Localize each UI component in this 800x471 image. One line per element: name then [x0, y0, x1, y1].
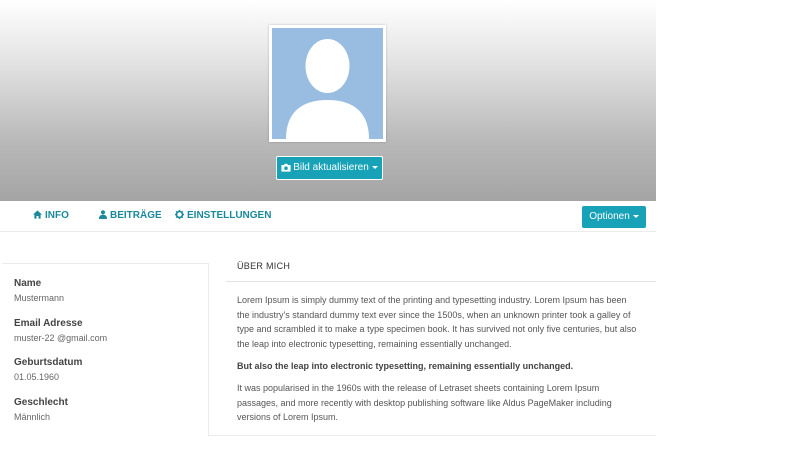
divider [226, 281, 656, 282]
name-value: Mustermann [14, 293, 65, 303]
gender-label: Geschlecht [14, 397, 68, 408]
tab-posts-label: BEITRÄGE [110, 210, 162, 221]
about-paragraph: It was popularised in the 1960s with the… [237, 383, 612, 422]
about-paragraph-bold: But also the leap into electronic typese… [237, 361, 574, 371]
user-icon [99, 210, 107, 219]
profile-avatar [269, 25, 386, 142]
default-user-avatar-icon [272, 28, 383, 139]
tab-settings-label: EINSTELLUNGEN [187, 210, 272, 221]
divider [208, 435, 656, 436]
options-dropdown-button[interactable]: Optionen [582, 206, 646, 228]
gender-value: Männlich [14, 412, 51, 422]
tab-posts[interactable]: BEITRÄGE [99, 201, 162, 231]
chevron-down-icon [371, 165, 378, 169]
tab-info[interactable]: INFO [33, 201, 69, 231]
profile-nav: INFO BEITRÄGE EINSTELLUNGEN [0, 201, 656, 232]
chevron-down-icon [632, 214, 639, 218]
name-label: Name [14, 278, 42, 289]
camera-icon [281, 163, 291, 172]
about-heading: ÜBER MICH [237, 261, 291, 271]
birthdate-value: 01.05.1960 [14, 372, 60, 382]
email-label: Email Adresse [14, 318, 83, 329]
gear-icon [175, 210, 184, 219]
birthdate-label: Geburtsdatum [14, 357, 83, 368]
about-paragraph: Lorem Ipsum is simply dummy text of the … [237, 295, 637, 349]
home-icon [33, 210, 42, 219]
profile-cover: Bild aktualisieren [0, 0, 656, 201]
options-label: Optionen [589, 211, 630, 222]
profile-details: Name Mustermann Email Adresse muster-22 … [2, 263, 209, 436]
update-photo-button[interactable]: Bild aktualisieren [276, 156, 383, 180]
tab-info-label: INFO [45, 210, 69, 221]
tab-settings[interactable]: EINSTELLUNGEN [175, 201, 271, 231]
profile-page: Bild aktualisieren INFO BEITRÄGE EINSTEL… [0, 0, 656, 471]
email-value: muster-22 @gmail.com [14, 333, 108, 343]
update-photo-label: Bild aktualisieren [293, 162, 369, 173]
